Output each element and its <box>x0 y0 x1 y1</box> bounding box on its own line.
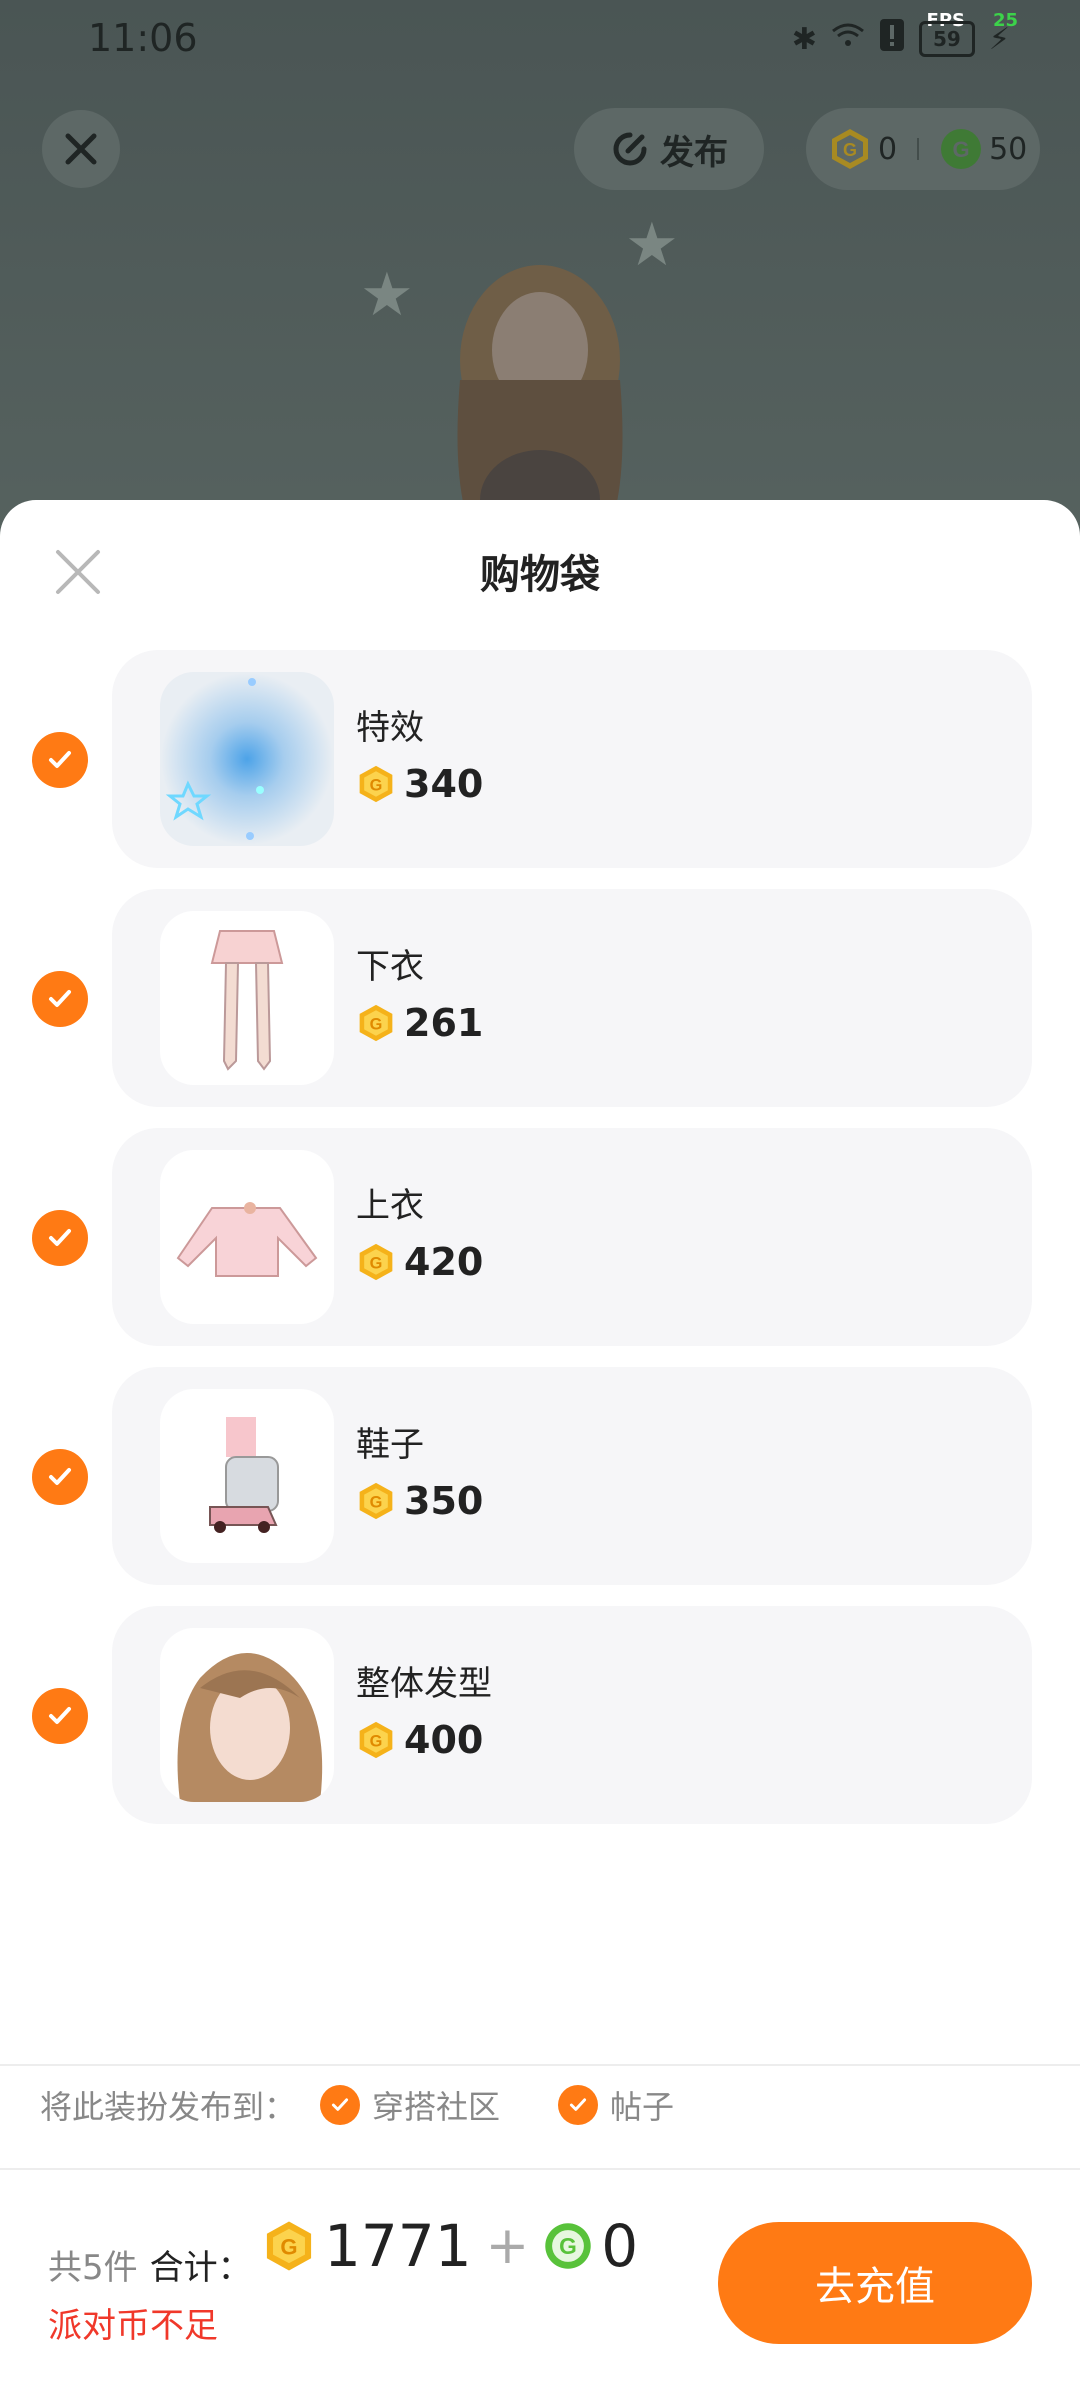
publish-option-community[interactable]: 穿搭社区 <box>320 2082 500 2128</box>
bottoms-thumbnail <box>160 911 334 1085</box>
item-price: G 400 <box>356 1718 483 1762</box>
green-balance: 50 <box>989 131 1028 167</box>
item-checkbox[interactable] <box>32 971 88 1027</box>
top-thumbnail <box>160 1150 334 1324</box>
green-coin-icon: G <box>941 129 982 169</box>
close-icon <box>65 133 97 165</box>
green-total: 0 <box>601 2212 639 2280</box>
sparkle-icon <box>165 678 264 840</box>
svg-text:G: G <box>370 1493 383 1511</box>
svg-text:G: G <box>370 1015 383 1033</box>
check-icon <box>49 1468 71 1485</box>
item-count: 共5件 合计： <box>48 2240 252 2289</box>
item-price: G 350 <box>356 1479 483 1523</box>
character-preview <box>457 265 623 540</box>
cart-item[interactable]: 上衣 G 420 <box>112 1128 1032 1346</box>
svg-text:G: G <box>843 140 857 160</box>
status-icons: ✱ 59 ⚡ <box>792 18 1010 60</box>
gold-coin-icon: G <box>359 1482 393 1520</box>
alert-icon <box>879 18 905 60</box>
divider <box>0 2064 1080 2066</box>
recharge-button[interactable]: 去充值 <box>718 2222 1032 2344</box>
item-checkbox[interactable] <box>32 732 88 788</box>
background-scene: 11:06 FPS 25 ✱ 59 ⚡ 发布 G 0 G 50 ★ ★ <box>0 0 1080 540</box>
check-icon <box>49 1707 71 1724</box>
cart-item[interactable]: 鞋子 G 350 <box>112 1367 1032 1585</box>
item-name: 鞋子 <box>356 1425 424 1465</box>
publish-option-post[interactable]: 帖子 <box>558 2082 674 2128</box>
svg-text:G: G <box>280 2235 297 2260</box>
status-time: 11:06 <box>88 16 198 60</box>
gold-balance: 0 <box>878 131 898 167</box>
wallet-balance[interactable]: G 0 G 50 <box>806 108 1040 190</box>
item-checkbox[interactable] <box>32 1688 88 1744</box>
cart-item[interactable]: 下衣 G 261 <box>112 889 1032 1107</box>
publish-to-label: 将此装扮发布到： <box>40 2088 297 2126</box>
cart-item[interactable]: 特效 G 340 <box>112 650 1032 868</box>
total-price: G 1771 + G 0 <box>262 2212 638 2280</box>
effect-thumbnail <box>160 672 334 846</box>
publish-label: 发布 <box>660 132 728 173</box>
bluetooth-icon: ✱ <box>791 21 817 57</box>
svg-text:G: G <box>370 1254 383 1272</box>
check-icon <box>558 2085 599 2125</box>
svg-text:G: G <box>370 776 383 794</box>
gold-coin-icon: G <box>832 129 868 169</box>
cart-item[interactable]: 整体发型 G 400 <box>112 1606 1032 1824</box>
insufficient-funds-warning: 派对币不足 <box>48 2306 218 2346</box>
wallet-divider <box>917 138 920 160</box>
gold-total: 1771 <box>324 2212 472 2280</box>
battery-icon: 59 <box>918 21 975 57</box>
item-price: G 340 <box>356 762 483 806</box>
close-button[interactable] <box>42 110 120 188</box>
publish-button[interactable]: 发布 <box>574 108 764 190</box>
gold-coin-icon: G <box>266 2221 312 2271</box>
publish-icon <box>613 132 647 166</box>
svg-text:G: G <box>953 137 970 162</box>
svg-text:G: G <box>370 1732 383 1750</box>
wifi-icon <box>831 21 865 57</box>
item-checkbox[interactable] <box>32 1449 88 1505</box>
shopping-bag-sheet: 购物袋 特效 G 340 下衣 G 261 上衣 G 420 鞋子 G 350 … <box>0 500 1080 2400</box>
star-decoration: ★ <box>360 260 414 330</box>
item-checkbox[interactable] <box>32 1210 88 1266</box>
check-icon <box>320 2085 361 2125</box>
item-name: 整体发型 <box>356 1664 492 1704</box>
check-icon <box>49 1229 71 1246</box>
sheet-title: 购物袋 <box>480 552 600 598</box>
plus-sign: + <box>485 2216 530 2276</box>
shoes-thumbnail <box>160 1389 334 1563</box>
item-price: G 420 <box>356 1240 483 1284</box>
gold-coin-icon: G <box>359 1004 393 1042</box>
gold-coin-icon: G <box>359 765 393 803</box>
item-name: 特效 <box>356 708 424 748</box>
check-icon <box>49 990 71 1007</box>
publish-to-row: 将此装扮发布到： 穿搭社区 帖子 <box>40 2082 674 2128</box>
charging-icon: ⚡ <box>988 21 1010 57</box>
item-name: 下衣 <box>356 947 424 987</box>
svg-text:G: G <box>559 2233 577 2259</box>
total-label: 合计： <box>149 2248 252 2288</box>
green-coin-icon: G <box>545 2223 591 2269</box>
gold-coin-icon: G <box>359 1243 393 1281</box>
gold-coin-icon: G <box>359 1721 393 1759</box>
item-price: G 261 <box>356 1001 483 1045</box>
check-icon <box>49 751 71 768</box>
hairstyle-thumbnail <box>160 1628 334 1802</box>
item-name: 上衣 <box>356 1186 424 1226</box>
divider <box>0 2168 1080 2170</box>
